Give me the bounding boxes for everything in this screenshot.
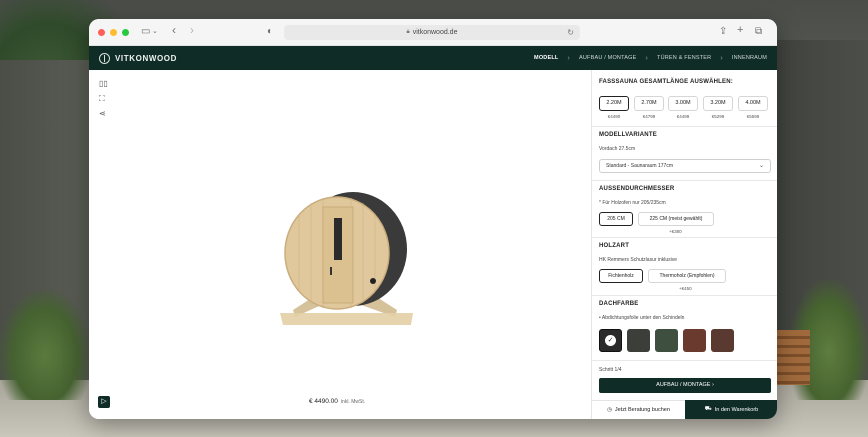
length-option-3-00m[interactable]: 3.00M (668, 96, 698, 111)
variant-selected-value: Standard - Saunaraum 177cm (606, 163, 673, 169)
sidebar-icon[interactable]: ▭ (141, 26, 150, 38)
divider (592, 295, 777, 296)
sauna-3d-model[interactable] (275, 185, 415, 330)
add-to-cart-button[interactable]: ⛟ In den Warenkorb (685, 400, 777, 419)
wood-subtitle: HK Remmers Schutzlasur inklusive (599, 257, 678, 263)
minimize-window-button[interactable] (110, 28, 117, 36)
step-innenraum[interactable]: INNENRAUM (732, 55, 767, 61)
maximize-window-button[interactable] (122, 28, 129, 36)
browser-toolbar: ▭ ⌄ ‹ › ◐ 🔒︎ vitkonwood.de ↻ ⇪ + ⧉ (89, 19, 777, 46)
chevron-down-icon: ⌄ (758, 163, 764, 169)
length-option-2-70m[interactable]: 2.70M (634, 96, 664, 111)
step-aufbau-montage[interactable]: AUFBAU / MONTAGE (579, 55, 637, 61)
length-price: €5599 (746, 114, 760, 119)
length-section-title: FASSSAUNA GESAMTLÄNGE AUSWÄHLEN: (599, 79, 733, 85)
configurator-steps: MODELL › AUFBAU / MONTAGE › TÜREN & FENS… (534, 46, 767, 70)
diameter-subtitle: * Für Holzofen nur 205/235cm (599, 200, 666, 206)
roof-color-swatch-1[interactable]: ✓ (599, 329, 622, 352)
config-panel: FASSSAUNA GESAMTLÄNGE AUSWÄHLEN: 2.20M €… (591, 70, 777, 419)
dimensions-icon[interactable]: ▯▯ (99, 79, 108, 88)
wood-option-fichtenholz[interactable]: Fichtenholz (599, 269, 643, 283)
background-plants-left (0, 290, 90, 400)
product-viewer: ▯▯ ⛶ ⋖ ▷ € 4490.00 inkl. MwSt. (89, 70, 591, 419)
variant-section-title: MODELLVARIANTE (599, 132, 657, 138)
share-icon[interactable]: ⇪ (719, 26, 727, 38)
browser-window: ▭ ⌄ ‹ › ◐ 🔒︎ vitkonwood.de ↻ ⇪ + ⧉ VITKO… (89, 19, 777, 419)
length-option-2-20m[interactable]: 2.20M (599, 96, 629, 111)
chevron-right-icon: › (720, 54, 723, 62)
back-icon[interactable]: ‹ (172, 24, 176, 36)
diameter-option-225[interactable]: 225 CM (meist gewählt) (638, 212, 714, 226)
roof-color-swatch-2[interactable] (627, 329, 650, 352)
length-price: €4799 (642, 114, 656, 119)
variant-subtitle: Vordach 27.5cm (599, 146, 636, 152)
calendar-icon: ◷ (607, 407, 612, 413)
book-consultation-label: Jetzt Beratung buchen (614, 407, 670, 413)
wood-option-thermoholz[interactable]: Thermoholz (Empfohlen) (648, 269, 726, 283)
shield-icon[interactable]: ◐ (267, 26, 273, 38)
price-note: inkl. MwSt. (340, 399, 366, 405)
total-price: € 4490.00 inkl. MwSt. (309, 398, 365, 405)
step-counter: Schritt 1/4 (599, 367, 622, 373)
chevron-right-icon: › (567, 54, 570, 62)
variant-select[interactable]: Standard - Saunaraum 177cm ⌄ (599, 159, 771, 173)
wood-surcharge: +€450 (679, 286, 692, 291)
close-window-button[interactable] (98, 28, 105, 36)
roof-color-swatch-3[interactable] (655, 329, 678, 352)
window-controls (98, 28, 129, 36)
logo-text: VITKONWOOD (115, 53, 177, 63)
diameter-section-title: AUSSENDURCHMESSER (599, 186, 675, 192)
length-option-3-20m[interactable]: 3.20M (703, 96, 733, 111)
lock-icon: 🔒︎ (406, 29, 410, 35)
length-price: €5299 (711, 114, 725, 119)
logo-icon (99, 52, 110, 64)
length-price: €4490 (607, 114, 621, 119)
diameter-surcharge: +€380 (669, 229, 682, 234)
site-header: VITKONWOOD MODELL › AUFBAU / MONTAGE › T… (89, 46, 777, 70)
url-text: vitkonwood.de (412, 29, 458, 36)
step-modell[interactable]: MODELL (534, 55, 558, 61)
roof-subtitle: • Abdichtungsfolie unter den Schindeln (599, 315, 685, 321)
fullscreen-icon[interactable]: ⛶ (99, 94, 105, 104)
background-firewood (776, 330, 810, 385)
length-price: €4499 (676, 114, 690, 119)
forward-icon[interactable]: › (190, 24, 194, 36)
diameter-option-205[interactable]: 205 CM (599, 212, 633, 226)
book-consultation-button[interactable]: ◷ Jetzt Beratung buchen (592, 400, 685, 419)
cart-icon: ⛟ (704, 406, 712, 412)
length-option-4-00m[interactable]: 4.00M (738, 96, 768, 111)
step-tueren-fenster[interactable]: TÜREN & FENSTER (657, 55, 711, 61)
price-value: € 4490.00 (309, 398, 338, 405)
next-step-label: AUFBAU / MONTAGE (656, 382, 711, 388)
roof-section-title: DACHFARBE (599, 301, 639, 307)
divider (592, 126, 777, 127)
chevron-down-icon[interactable]: ⌄ (152, 26, 158, 38)
divider (592, 180, 777, 181)
divider (592, 360, 777, 361)
ar-view-button[interactable]: ▷ (98, 396, 110, 408)
tabs-overview-icon[interactable]: ⧉ (755, 26, 762, 38)
chevron-right-icon: › (711, 382, 714, 388)
checkmark-icon: ✓ (605, 335, 616, 346)
wood-section-title: HOLZART (599, 243, 630, 249)
roof-color-swatch-5[interactable] (711, 329, 734, 352)
address-bar[interactable]: 🔒︎ vitkonwood.de ↻ (284, 25, 580, 40)
chevron-right-icon: › (645, 54, 649, 62)
new-tab-icon[interactable]: + (737, 24, 743, 36)
divider (592, 237, 777, 238)
share-icon[interactable]: ⋖ (99, 109, 106, 118)
site-logo[interactable]: VITKONWOOD (99, 52, 177, 64)
reload-icon[interactable]: ↻ (567, 28, 574, 37)
next-step-button[interactable]: AUFBAU / MONTAGE › (599, 378, 771, 393)
roof-color-swatch-4[interactable] (683, 329, 706, 352)
add-to-cart-label: In den Warenkorb (714, 406, 759, 413)
